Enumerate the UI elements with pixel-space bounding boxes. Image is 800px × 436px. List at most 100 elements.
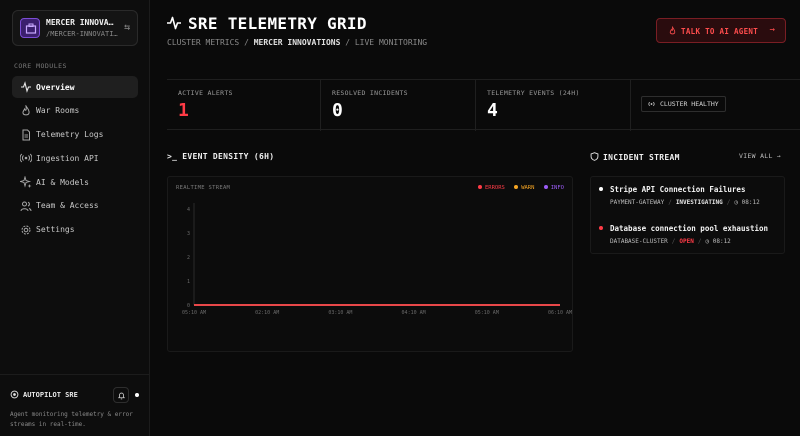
- incident-stream-heading: INCIDENT STREAM: [590, 152, 680, 162]
- arrow-right-icon: →: [769, 25, 775, 35]
- main-content: SRE TELEMETRY GRID CLUSTER METRICS / MER…: [150, 0, 800, 436]
- incident-meta: PAYMENT-GATEWAY / INVESTIGATING / ◷ 08:12: [610, 199, 760, 206]
- sidebar-item-label: Telemetry Logs: [36, 130, 104, 140]
- radio-icon: [648, 101, 655, 107]
- radio-icon: [10, 390, 19, 399]
- incident-service: DATABASE-CLUSTER: [610, 238, 668, 245]
- incident-item[interactable]: Stripe API Connection Failures PAYMENT-G…: [591, 177, 786, 215]
- autopilot-panel: AUTOPILOT SRE Agent monitoring telemetry…: [0, 374, 150, 436]
- stat-value: 1: [178, 100, 189, 121]
- sidebar-item-label: AI & Models: [36, 177, 89, 187]
- sidebar-item-team-access[interactable]: Team & Access: [12, 195, 138, 217]
- incident-status: INVESTIGATING: [675, 199, 723, 206]
- autopilot-description: Agent monitoring telemetry & error strea…: [10, 411, 133, 428]
- stat-value: 0: [332, 100, 343, 121]
- stat-label: RESOLVED INCIDENTS: [332, 89, 408, 97]
- org-name: MERCER INNOVA…: [46, 18, 114, 27]
- ai-button-label: TALK TO AI AGENT: [681, 27, 759, 36]
- page-title: SRE TELEMETRY GRID: [188, 14, 367, 33]
- sidebar-item-ingestion-api[interactable]: Ingestion API: [12, 147, 138, 169]
- stat-label: ACTIVE ALERTS: [178, 89, 233, 97]
- gear-icon: [21, 225, 31, 235]
- stats-bar: ACTIVE ALERTS 1 RESOLVED INCIDENTS 0 TEL…: [167, 79, 800, 131]
- y-tick-label: 1: [187, 279, 190, 285]
- incident-time: 08:12: [712, 238, 731, 245]
- org-logo-icon: [20, 18, 40, 38]
- chart-plot: 0 1 2 3 4 05:10 AM 02:10 AM 03:10 AM 04:10 AM 05:…: [182, 203, 572, 316]
- breadcrumb-org[interactable]: MERCER INNOVATIONS: [254, 38, 341, 47]
- sidebar-item-label: Overview: [36, 82, 75, 92]
- incident-item[interactable]: Database connection pool exhaustion DATA…: [591, 216, 786, 254]
- clock-icon: ◷: [734, 199, 742, 206]
- section-label-core-modules: CORE MODULES: [14, 62, 67, 70]
- incident-status-dot: [599, 187, 603, 191]
- breadcrumb-separator: /: [239, 38, 254, 47]
- y-tick-label: 4: [187, 207, 190, 213]
- stat-active-alerts: ACTIVE ALERTS 1: [167, 80, 321, 131]
- sidebar-nav: Overview War Rooms Telemetry Logs Ingest…: [12, 76, 138, 243]
- autopilot-title: AUTOPILOT SRE: [23, 391, 78, 399]
- sidebar-item-label: Settings: [36, 225, 75, 235]
- notifications-button[interactable]: [113, 387, 129, 403]
- incident-time: 08:12: [741, 199, 760, 206]
- sidebar-item-label: War Rooms: [36, 106, 80, 116]
- stat-telemetry-events: TELEMETRY EVENTS (24H) 4: [476, 80, 631, 131]
- health-label: CLUSTER HEALTHY: [660, 100, 719, 108]
- status-dot: [135, 393, 139, 397]
- breadcrumb-separator: /: [340, 38, 355, 47]
- sidebar-item-war-rooms[interactable]: War Rooms: [12, 100, 138, 122]
- view-all-link[interactable]: VIEW ALL →: [739, 152, 781, 160]
- document-icon: [22, 129, 30, 141]
- breadcrumb-cluster-metrics[interactable]: CLUSTER METRICS: [167, 38, 239, 47]
- sidebar-item-overview[interactable]: Overview: [12, 76, 138, 98]
- x-tick-label: 03:10 AM: [328, 310, 352, 316]
- incident-status: OPEN: [679, 238, 694, 245]
- incident-service: PAYMENT-GATEWAY: [610, 199, 665, 206]
- event-density-chart: REALTIME STREAM ERRORS WARN INFO 0 1 2 3 4 05…: [167, 176, 573, 352]
- y-tick-label: 0: [187, 303, 190, 309]
- bell-icon: [117, 392, 126, 400]
- sidebar: MERCER INNOVA… /MERCER-INNOVATI… ⇆ CORE …: [0, 0, 150, 436]
- x-tick-label: 02:10 AM: [255, 310, 279, 316]
- talk-to-ai-agent-button[interactable]: TALK TO AI AGENT →: [656, 18, 786, 43]
- x-tick-label: 06:10 AM: [548, 310, 572, 316]
- clock-icon: ◷: [705, 238, 713, 245]
- y-tick-label: 3: [187, 231, 190, 237]
- sidebar-item-ai-models[interactable]: AI & Models: [12, 171, 138, 193]
- sidebar-item-label: Ingestion API: [36, 153, 99, 163]
- sparkle-icon: [20, 176, 32, 189]
- flame-icon: [669, 26, 676, 35]
- incident-list: Stripe API Connection Failures PAYMENT-G…: [590, 176, 785, 254]
- stat-value: 4: [487, 100, 498, 121]
- incident-meta: DATABASE-CLUSTER / OPEN / ◷ 08:12: [610, 238, 731, 245]
- org-switcher[interactable]: MERCER INNOVA… /MERCER-INNOVATI… ⇆: [12, 10, 138, 46]
- breadcrumb: CLUSTER METRICS / MERCER INNOVATIONS / L…: [167, 38, 427, 47]
- users-icon: [20, 201, 32, 212]
- activity-icon: [21, 81, 31, 93]
- sidebar-item-label: Team & Access: [36, 201, 99, 211]
- event-density-title: EVENT DENSITY (6H): [182, 152, 275, 161]
- x-tick-label: 05:10 AM: [475, 310, 499, 316]
- org-slug: /MERCER-INNOVATI…: [46, 30, 118, 38]
- incident-title: Database connection pool exhaustion: [610, 224, 769, 233]
- radio-icon: [20, 154, 32, 163]
- incident-status-dot: [599, 226, 603, 230]
- stat-resolved-incidents: RESOLVED INCIDENTS 0: [321, 80, 476, 131]
- activity-icon: [167, 16, 181, 30]
- y-tick-label: 2: [187, 255, 190, 261]
- stat-cluster-health: CLUSTER HEALTHY: [631, 80, 800, 131]
- flame-icon: [22, 104, 30, 116]
- sidebar-item-telemetry-logs[interactable]: Telemetry Logs: [12, 124, 138, 146]
- shield-icon: [590, 152, 599, 161]
- status-badge: CLUSTER HEALTHY: [641, 96, 726, 112]
- terminal-icon: >_: [167, 152, 178, 161]
- stat-label: TELEMETRY EVENTS (24H): [487, 89, 580, 97]
- swap-icon[interactable]: ⇆: [124, 22, 130, 33]
- event-density-heading: >_ EVENT DENSITY (6H): [167, 152, 274, 161]
- x-tick-label: 04:10 AM: [402, 310, 426, 316]
- incident-stream-title: INCIDENT STREAM: [603, 153, 680, 162]
- x-tick-label: 05:10 AM: [182, 310, 206, 316]
- sidebar-item-settings[interactable]: Settings: [12, 219, 138, 241]
- incident-title: Stripe API Connection Failures: [610, 185, 746, 194]
- breadcrumb-live-monitoring: LIVE MONITORING: [354, 38, 428, 47]
